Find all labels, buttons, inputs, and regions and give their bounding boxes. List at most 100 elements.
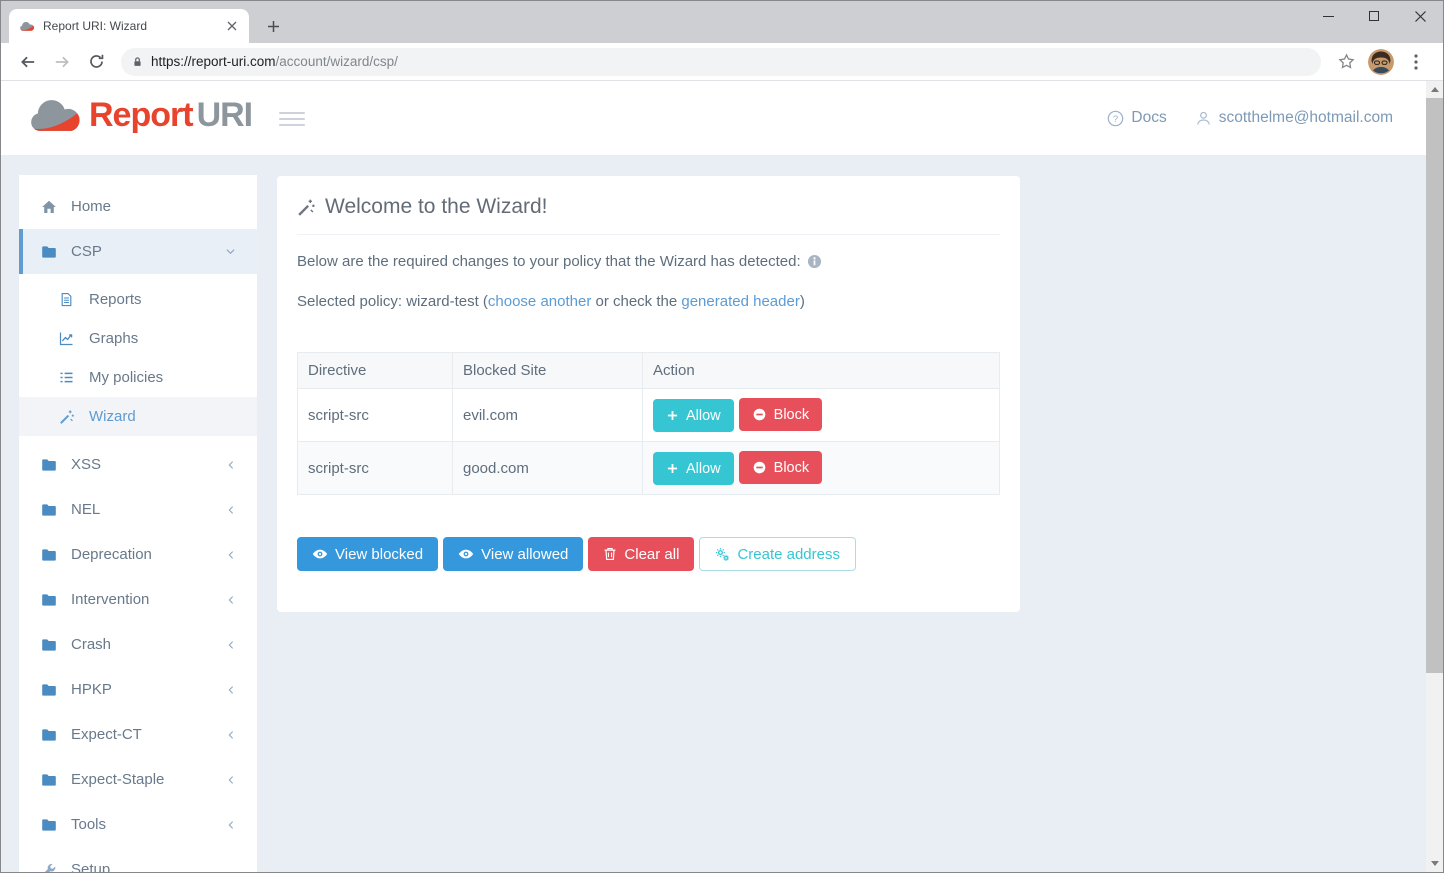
chevron-left-icon (225, 639, 237, 651)
report-uri-logo[interactable]: ReportURI (27, 96, 252, 135)
sidebar-item-intervention[interactable]: Intervention (19, 577, 257, 622)
url-origin: https://report-uri.com (151, 54, 276, 69)
browser-window: Report URI: Wizard (0, 0, 1444, 873)
sidebar-item-wizard[interactable]: Wizard (19, 397, 257, 436)
scroll-down-icon[interactable] (1426, 855, 1443, 872)
allow-button[interactable]: Allow (653, 399, 734, 432)
lock-icon (131, 55, 144, 69)
bookmark-star-icon[interactable] (1332, 48, 1360, 76)
sidebar-item-reports[interactable]: Reports (19, 280, 257, 319)
wizard-actions: View blockedView allowedClear allCreate … (297, 537, 1000, 571)
question-circle-icon: ? (1107, 110, 1124, 127)
minimize-button[interactable] (1305, 1, 1351, 31)
folder-icon (41, 727, 58, 743)
svg-text:?: ? (1113, 113, 1118, 124)
column-header-blocked-site: Blocked Site (453, 353, 643, 389)
sidebar-item-expect-staple[interactable]: Expect-Staple (19, 757, 257, 802)
back-icon[interactable] (14, 48, 42, 76)
profile-avatar[interactable] (1368, 49, 1394, 75)
scrollbar-thumb[interactable] (1426, 98, 1443, 673)
page-title: Welcome to the Wizard! (297, 176, 1000, 235)
favicon-cloud-icon (19, 21, 35, 32)
wand-icon (59, 409, 76, 425)
account-menu[interactable]: scotthelme@hotmail.com (1195, 109, 1393, 127)
chevron-left-icon (225, 549, 237, 561)
site-header: ReportURI ? Docs scotthelme@hotmail.com (1, 81, 1443, 155)
logo-text-uri: URI (197, 96, 253, 134)
new-tab-button[interactable] (261, 14, 285, 38)
reload-icon[interactable] (82, 48, 110, 76)
maximize-button[interactable] (1351, 1, 1397, 31)
sidebar: Home CSP Reports Graphs My policies Wiza… (19, 175, 257, 872)
user-icon (1195, 110, 1212, 127)
sidebar-item-xss[interactable]: XSS (19, 442, 257, 487)
wand-icon (297, 198, 316, 217)
chevron-left-icon (225, 504, 237, 516)
action-cell: AllowBlock (643, 389, 1000, 442)
hamburger-menu-icon[interactable] (279, 108, 305, 130)
address-bar[interactable]: https://report-uri.com/account/wizard/cs… (121, 48, 1321, 76)
selected-policy-text: Selected policy: wizard-test (choose ano… (297, 293, 1000, 310)
logo-cloud-icon (27, 97, 83, 135)
folder-icon (41, 592, 58, 608)
column-header-action: Action (643, 353, 1000, 389)
browser-menu-icon[interactable] (1402, 48, 1430, 76)
block-button[interactable]: Block (739, 451, 822, 484)
view-blocked-button[interactable]: View blocked (297, 537, 438, 571)
sidebar-item-deprecation[interactable]: Deprecation (19, 532, 257, 577)
wizard-panel: Welcome to the Wizard! Below are the req… (277, 176, 1020, 612)
create-address-button[interactable]: Create address (699, 537, 856, 571)
folder-icon (41, 637, 58, 653)
home-icon (41, 199, 58, 215)
folder-icon (41, 502, 58, 518)
block-button[interactable]: Block (739, 398, 822, 431)
sidebar-item-csp[interactable]: CSP (19, 229, 257, 274)
browser-titlebar: Report URI: Wizard (1, 1, 1443, 43)
column-header-directive: Directive (298, 353, 453, 389)
forward-icon[interactable] (48, 48, 76, 76)
sidebar-item-graphs[interactable]: Graphs (19, 319, 257, 358)
close-button[interactable] (1397, 1, 1443, 31)
action-cell: AllowBlock (643, 442, 1000, 495)
allow-button[interactable]: Allow (653, 452, 734, 485)
minus-circle-icon (752, 460, 767, 475)
generated-header-link[interactable]: generated header (681, 293, 799, 310)
docs-link[interactable]: ? Docs (1107, 109, 1166, 127)
chevron-down-icon (224, 245, 237, 258)
info-circle-icon (807, 254, 822, 269)
sidebar-item-setup[interactable]: Setup (19, 847, 257, 873)
sidebar-item-nel[interactable]: NEL (19, 487, 257, 532)
page-scrollbar (1426, 81, 1443, 872)
sidebar-item-crash[interactable]: Crash (19, 622, 257, 667)
chevron-left-icon (225, 819, 237, 831)
logo-text-report: Report (89, 96, 193, 134)
clear-all-button[interactable]: Clear all (588, 537, 694, 571)
blocked-site-cell: good.com (453, 442, 643, 495)
sidebar-item-tools[interactable]: Tools (19, 802, 257, 847)
choose-another-link[interactable]: choose another (488, 293, 591, 310)
sidebar-item-hpkp[interactable]: HPKP (19, 667, 257, 712)
folder-icon (41, 244, 58, 260)
sidebar-item-expect-ct[interactable]: Expect-CT (19, 712, 257, 757)
view-allowed-button[interactable]: View allowed (443, 537, 583, 571)
window-controls (1305, 1, 1443, 31)
folder-icon (41, 457, 58, 473)
wrench-icon (41, 862, 58, 873)
blocked-site-cell: evil.com (453, 389, 643, 442)
browser-tab[interactable]: Report URI: Wizard (9, 9, 249, 43)
tab-close-icon[interactable] (223, 17, 241, 35)
wizard-table: DirectiveBlocked SiteAction script-srcev… (297, 352, 1000, 495)
browser-toolbar: https://report-uri.com/account/wizard/cs… (1, 43, 1443, 81)
folder-icon (41, 547, 58, 563)
directive-cell: script-src (298, 389, 453, 442)
trash-icon (603, 547, 617, 561)
sidebar-item-home[interactable]: Home (19, 184, 257, 229)
graph-icon (59, 331, 76, 346)
intro-text: Below are the required changes to your p… (297, 253, 1000, 270)
plus-icon (666, 409, 679, 422)
chevron-left-icon (225, 684, 237, 696)
sidebar-item-my-policies[interactable]: My policies (19, 358, 257, 397)
minus-circle-icon (752, 407, 767, 422)
account-email: scotthelme@hotmail.com (1219, 109, 1393, 127)
scroll-up-icon[interactable] (1426, 81, 1443, 98)
